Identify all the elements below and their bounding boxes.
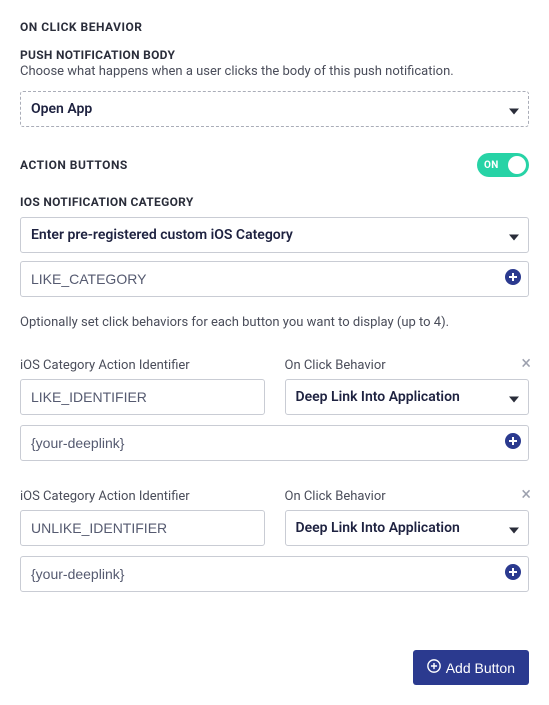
add-button-label: Add Button: [446, 660, 515, 676]
identifier-input-0[interactable]: [20, 379, 265, 415]
plus-circle-icon[interactable]: [505, 433, 521, 453]
toggle-on-label: ON: [484, 160, 499, 171]
push-body-select[interactable]: Open App: [20, 91, 529, 127]
identifier-input-1[interactable]: [20, 510, 265, 546]
plus-circle-icon[interactable]: [505, 564, 521, 584]
add-button[interactable]: Add Button: [413, 650, 529, 685]
onclick-label-0: On Click Behavior: [285, 358, 530, 373]
push-body-description: Choose what happens when a user clicks t…: [20, 64, 529, 79]
onclick-select-1[interactable]: Deep Link Into Application: [285, 510, 530, 546]
remove-button-1[interactable]: ×: [521, 486, 531, 504]
action-buttons-toggle[interactable]: ON: [477, 153, 529, 177]
deeplink-input-0[interactable]: [20, 425, 529, 461]
ios-category-input[interactable]: [20, 261, 529, 297]
onclick-select-value-1: Deep Link Into Application: [285, 510, 530, 546]
plus-circle-icon: [427, 659, 441, 676]
plus-circle-icon[interactable]: [505, 269, 521, 289]
remove-button-0[interactable]: ×: [521, 355, 531, 373]
push-body-select-value: Open App: [20, 91, 529, 127]
onclick-select-value-0: Deep Link Into Application: [285, 379, 530, 415]
deeplink-input-1[interactable]: [20, 556, 529, 592]
ios-category-select-value: Enter pre-registered custom iOS Category: [20, 217, 529, 253]
toggle-knob: [508, 156, 526, 174]
on-click-behavior-title: ON CLICK BEHAVIOR: [20, 20, 529, 34]
push-body-title: PUSH NOTIFICATION BODY: [20, 48, 529, 62]
ios-category-select[interactable]: Enter pre-registered custom iOS Category: [20, 217, 529, 253]
ios-category-title: IOS NOTIFICATION CATEGORY: [20, 195, 529, 209]
onclick-label-1: On Click Behavior: [285, 489, 530, 504]
identifier-label-0: iOS Category Action Identifier: [20, 358, 265, 373]
optional-note: Optionally set click behaviors for each …: [20, 315, 529, 330]
button-config-0: × iOS Category Action Identifier On Clic…: [20, 358, 529, 461]
identifier-label-1: iOS Category Action Identifier: [20, 489, 265, 504]
onclick-select-0[interactable]: Deep Link Into Application: [285, 379, 530, 415]
button-config-1: × iOS Category Action Identifier On Clic…: [20, 489, 529, 592]
action-buttons-title: ACTION BUTTONS: [20, 158, 128, 172]
